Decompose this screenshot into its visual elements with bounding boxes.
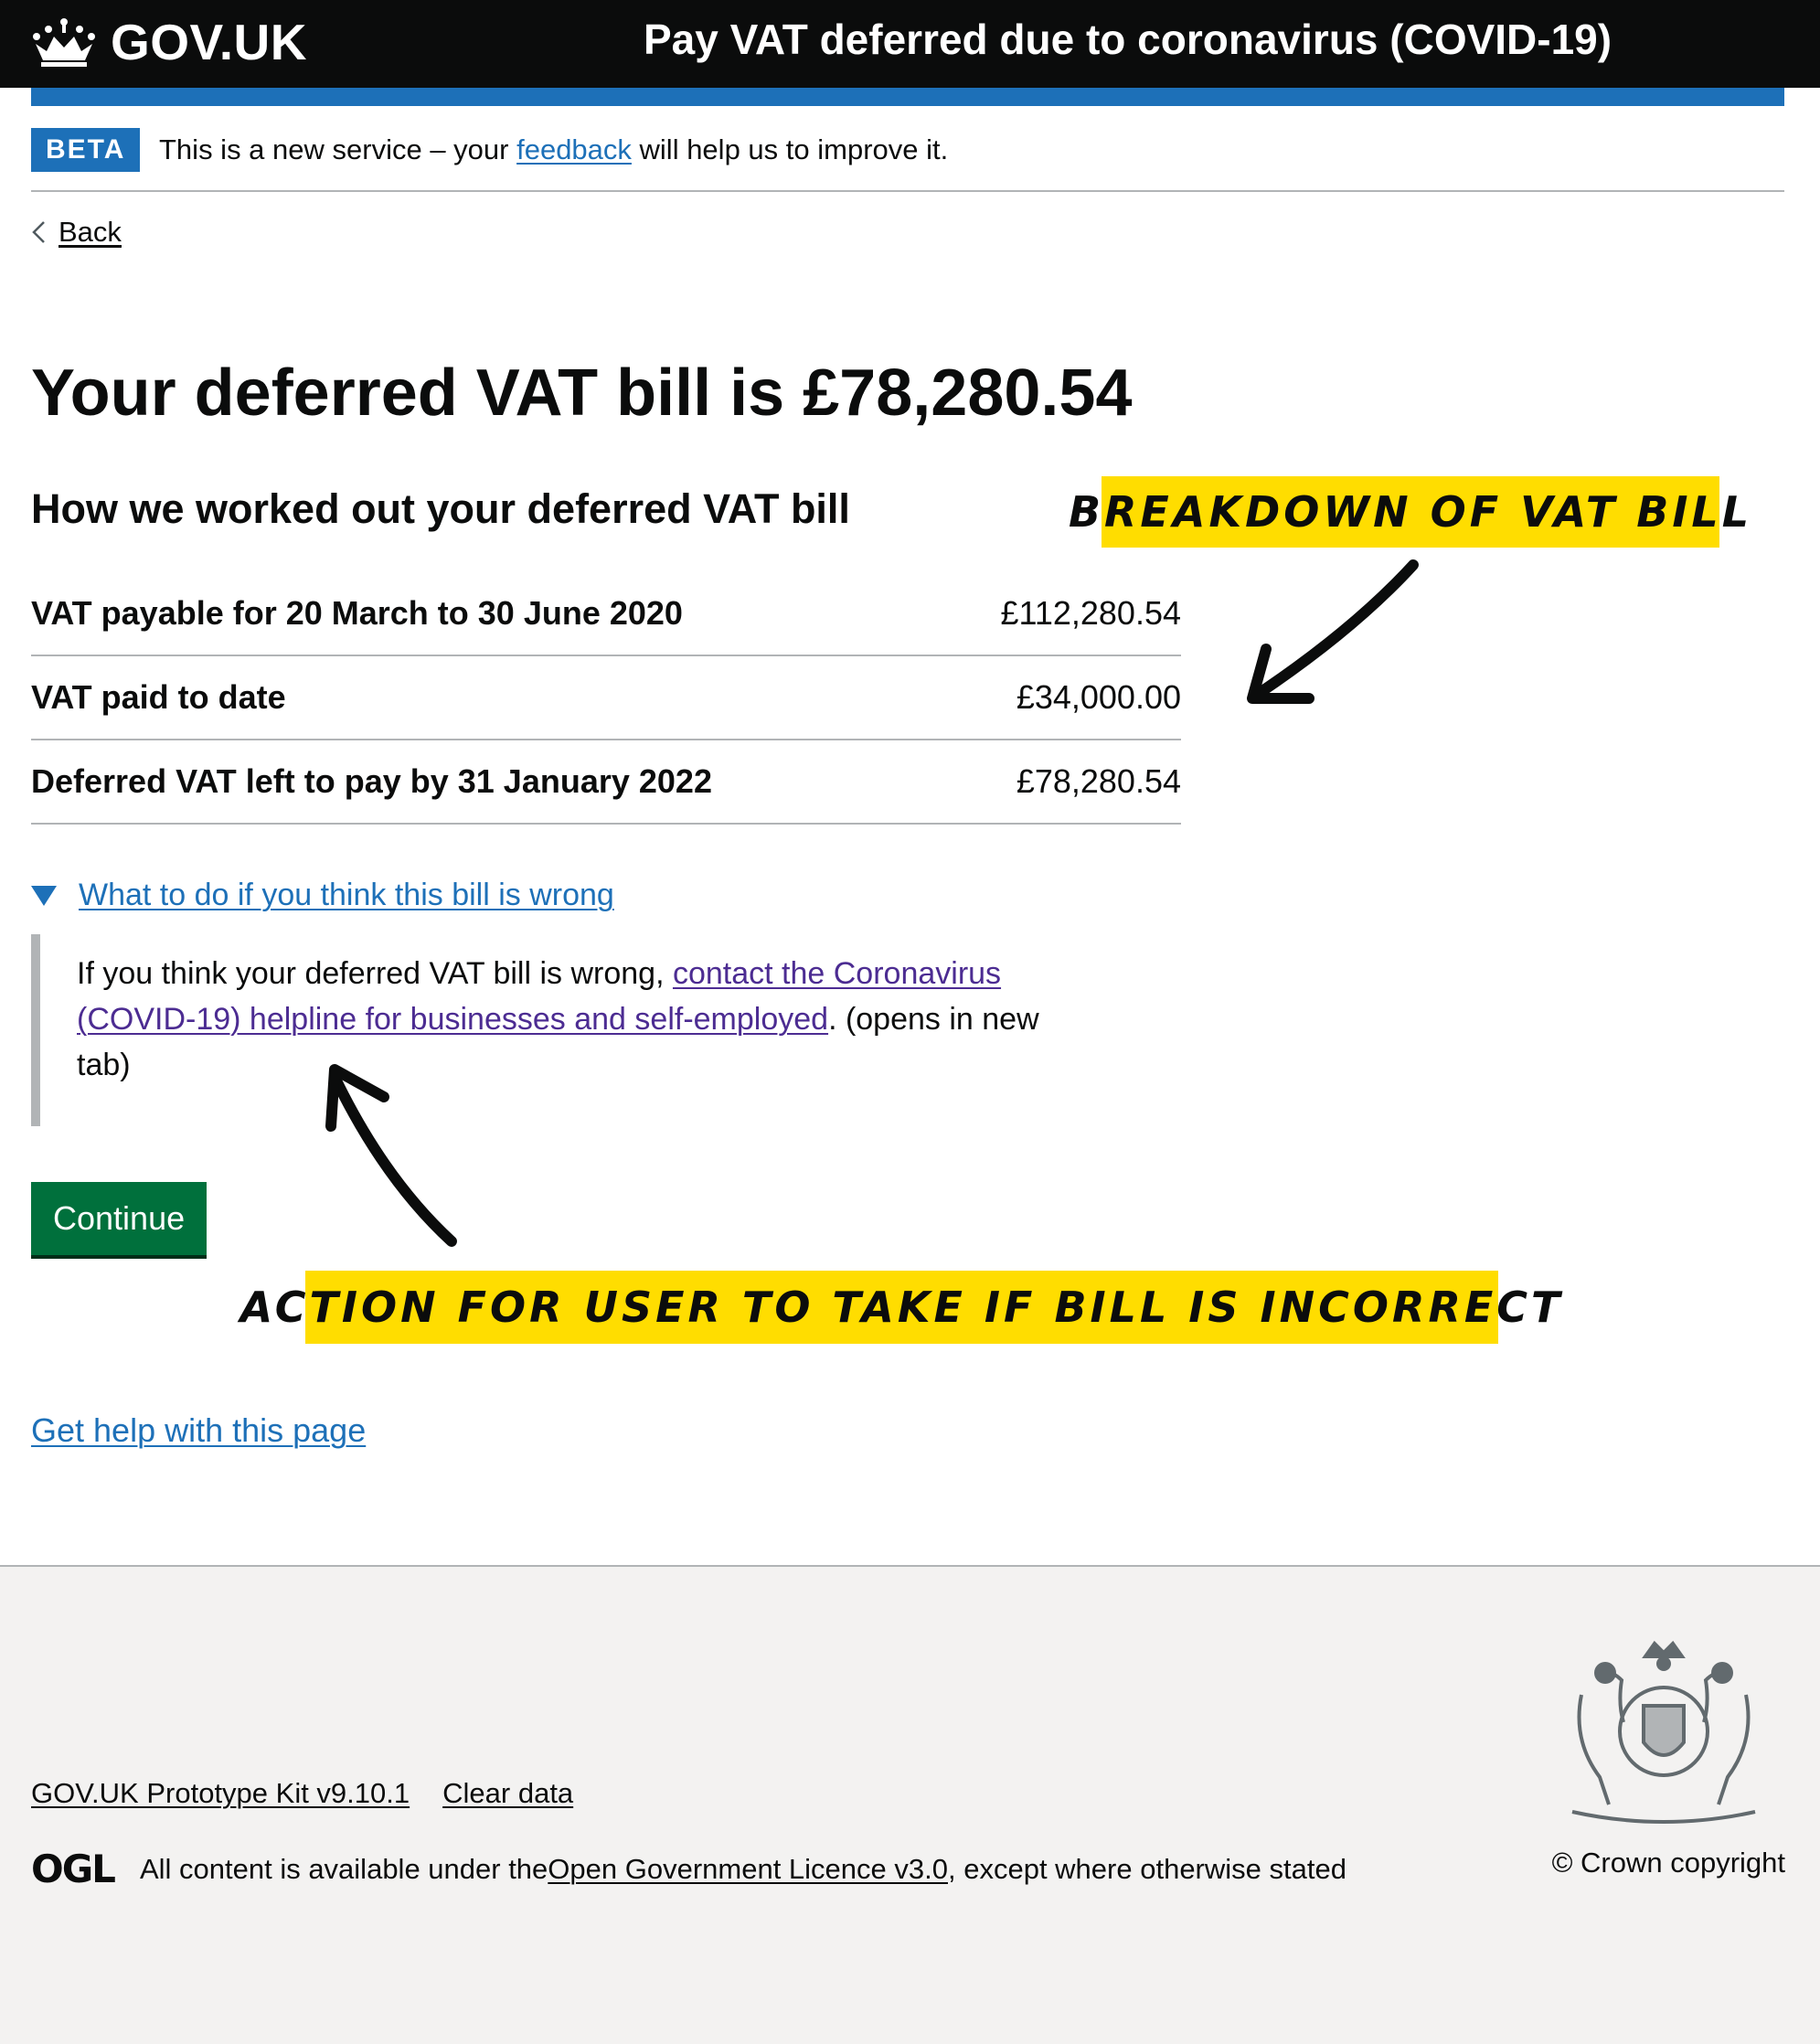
clear-data-link[interactable]: Clear data [442, 1777, 573, 1810]
licence-text-after: , except where otherwise stated [948, 1852, 1346, 1885]
crown-copyright-link[interactable]: © Crown copyright [1552, 1847, 1785, 1879]
ogl-licence-link[interactable]: Open Government Licence v3.0 [548, 1853, 948, 1886]
royal-coat-of-arms-icon [1571, 1640, 1756, 1824]
annotation-arrows [325, 559, 1419, 1247]
site-footer: GOV.UK Prototype Kit v9.10.1 Clear data … [0, 1565, 1820, 2044]
prototype-kit-link[interactable]: GOV.UK Prototype Kit v9.10.1 [31, 1777, 410, 1810]
licence-text-before: All content is available under the [139, 1852, 548, 1885]
licence-line: OGL All content is available under the O… [31, 1847, 1346, 1891]
footer-links: GOV.UK Prototype Kit v9.10.1 Clear data [31, 1777, 573, 1810]
arrow-to-helpline [329, 1071, 457, 1247]
arrow-to-breakdown [1249, 559, 1419, 702]
ogl-logo-icon: OGL [31, 1847, 116, 1891]
